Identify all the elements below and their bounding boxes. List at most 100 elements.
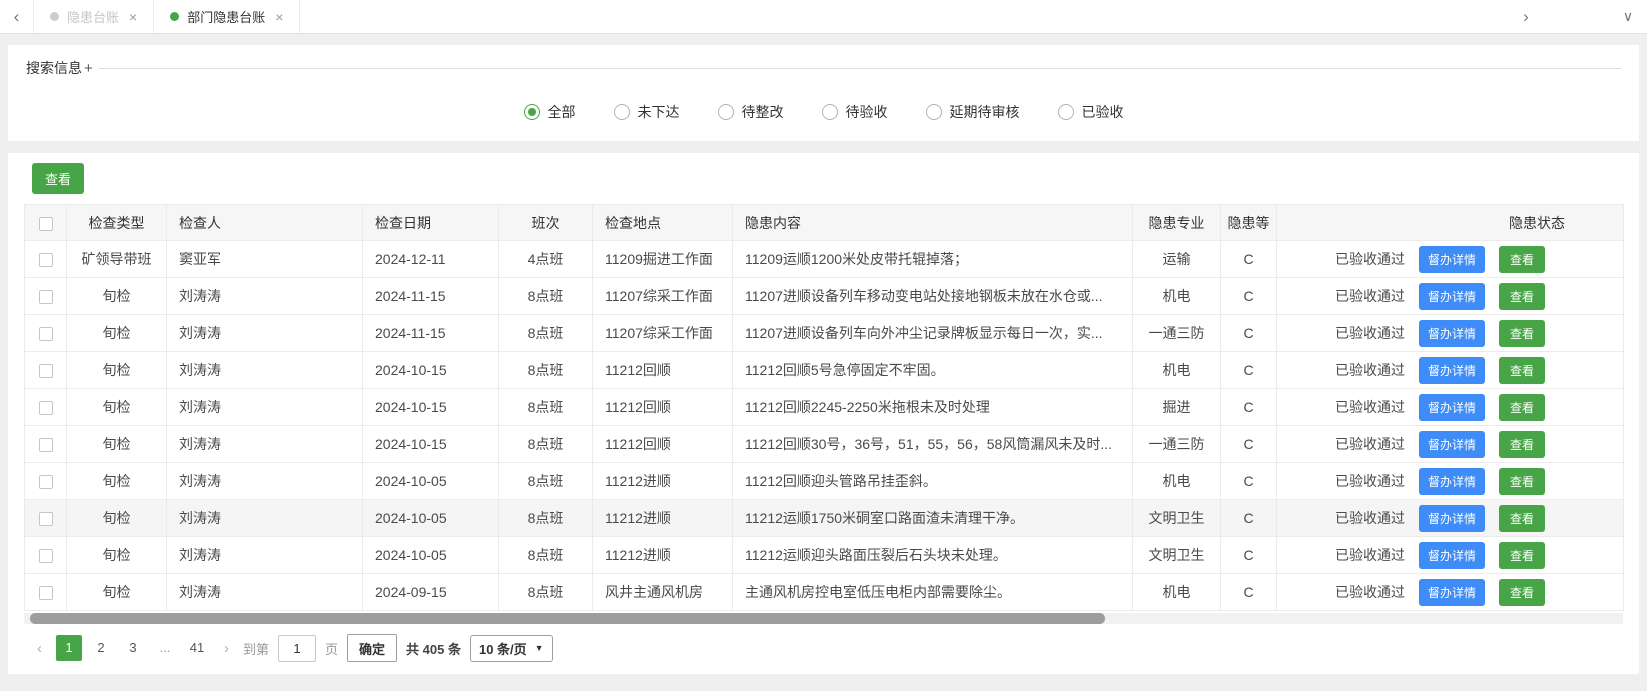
next-page-icon[interactable]: › bbox=[219, 640, 234, 657]
select-all-checkbox[interactable] bbox=[39, 217, 53, 231]
status-filter-radio[interactable]: 未下达 bbox=[614, 102, 680, 122]
tab-close-icon[interactable]: × bbox=[275, 9, 283, 25]
radio-label: 待整改 bbox=[742, 102, 784, 122]
supervise-detail-button[interactable]: 督办详情 bbox=[1419, 283, 1485, 310]
column-header-content: 隐患内容 bbox=[733, 205, 1133, 241]
legend-divider bbox=[99, 68, 1621, 69]
radio-label: 待验收 bbox=[846, 102, 888, 122]
jump-page-input[interactable] bbox=[278, 635, 316, 662]
row-checkbox[interactable] bbox=[39, 290, 53, 304]
status-text: 已验收通过 bbox=[1335, 249, 1405, 269]
row-view-button[interactable]: 查看 bbox=[1499, 283, 1545, 310]
row-view-button[interactable]: 查看 bbox=[1499, 394, 1545, 421]
cell-date: 2024-10-05 bbox=[363, 500, 499, 537]
tab-dropdown-icon[interactable]: ∨ bbox=[1611, 0, 1645, 33]
supervise-detail-button[interactable]: 督办详情 bbox=[1419, 246, 1485, 273]
column-header-level: 隐患等 bbox=[1221, 205, 1277, 241]
chevron-down-icon: ▼ bbox=[535, 643, 544, 653]
horizontal-scrollbar-thumb[interactable] bbox=[30, 613, 1105, 624]
cell-location: 风井主通风机房 bbox=[593, 574, 733, 611]
confirm-button[interactable]: 确定 bbox=[347, 634, 397, 662]
status-filter-radio[interactable]: 延期待审核 bbox=[926, 102, 1020, 122]
cell-check-type: 旬检 bbox=[67, 315, 167, 352]
hazard-table: 检查类型 检查人 检查日期 班次 检查地点 隐患内容 隐患专业 隐患等 隐患状态… bbox=[24, 204, 1624, 611]
supervise-detail-button[interactable]: 督办详情 bbox=[1419, 579, 1485, 606]
row-view-button[interactable]: 查看 bbox=[1499, 431, 1545, 458]
cell-check-type: 旬检 bbox=[67, 500, 167, 537]
cell-level: C bbox=[1221, 241, 1277, 278]
page-size-select[interactable]: 10 条/页 ▼ bbox=[470, 635, 553, 662]
cell-inspector: 刘涛涛 bbox=[167, 389, 363, 426]
row-view-button[interactable]: 查看 bbox=[1499, 357, 1545, 384]
radio-circle-icon bbox=[718, 104, 734, 120]
supervise-detail-button[interactable]: 督办详情 bbox=[1419, 468, 1485, 495]
supervise-detail-button[interactable]: 督办详情 bbox=[1419, 431, 1485, 458]
row-checkbox[interactable] bbox=[39, 401, 53, 415]
status-filter-radio[interactable]: 待验收 bbox=[822, 102, 888, 122]
table-row: 旬检 刘涛涛 2024-10-15 8点班 11212回顺 11212回顺30号… bbox=[25, 426, 1624, 463]
tab-scroll-left-icon[interactable]: ‹ bbox=[0, 0, 34, 33]
tab-scroll-right-icon[interactable]: › bbox=[1509, 0, 1543, 33]
row-checkbox[interactable] bbox=[39, 586, 53, 600]
supervise-detail-button[interactable]: 督办详情 bbox=[1419, 394, 1485, 421]
row-view-button[interactable]: 查看 bbox=[1499, 320, 1545, 347]
view-button[interactable]: 查看 bbox=[32, 163, 84, 194]
page-number-button[interactable]: 3 bbox=[120, 635, 146, 661]
table-row: 旬检 刘涛涛 2024-11-15 8点班 11207综采工作面 11207进顺… bbox=[25, 278, 1624, 315]
row-checkbox[interactable] bbox=[39, 327, 53, 341]
row-view-button[interactable]: 查看 bbox=[1499, 579, 1545, 606]
row-view-button[interactable]: 查看 bbox=[1499, 468, 1545, 495]
column-header-status: 隐患状态 bbox=[1277, 205, 1624, 241]
column-header-location: 检查地点 bbox=[593, 205, 733, 241]
row-checkbox[interactable] bbox=[39, 364, 53, 378]
cell-date: 2024-09-15 bbox=[363, 574, 499, 611]
status-filter-radio[interactable]: 全部 bbox=[524, 102, 576, 122]
cell-shift: 8点班 bbox=[499, 574, 593, 611]
cell-location: 11212回顺 bbox=[593, 352, 733, 389]
cell-check-type: 旬检 bbox=[67, 463, 167, 500]
cell-level: C bbox=[1221, 463, 1277, 500]
tab-status-dot-icon bbox=[170, 12, 179, 21]
cell-date: 2024-10-15 bbox=[363, 352, 499, 389]
supervise-detail-button[interactable]: 督办详情 bbox=[1419, 542, 1485, 569]
page-number-button[interactable]: ... bbox=[152, 635, 178, 661]
cell-date: 2024-10-05 bbox=[363, 463, 499, 500]
cell-shift: 8点班 bbox=[499, 352, 593, 389]
table-row: 旬检 刘涛涛 2024-11-15 8点班 11207综采工作面 11207进顺… bbox=[25, 315, 1624, 352]
row-checkbox[interactable] bbox=[39, 438, 53, 452]
horizontal-scrollbar[interactable] bbox=[24, 613, 1623, 624]
supervise-detail-button[interactable]: 督办详情 bbox=[1419, 357, 1485, 384]
prev-page-icon[interactable]: ‹ bbox=[32, 640, 47, 657]
cell-inspector: 刘涛涛 bbox=[167, 352, 363, 389]
page-number-button[interactable]: 1 bbox=[56, 635, 82, 661]
cell-specialty: 文明卫生 bbox=[1133, 500, 1221, 537]
status-filter-radio[interactable]: 待整改 bbox=[718, 102, 784, 122]
cell-check-type: 旬检 bbox=[67, 537, 167, 574]
page-number-button[interactable]: 2 bbox=[88, 635, 114, 661]
supervise-detail-button[interactable]: 督办详情 bbox=[1419, 505, 1485, 532]
cell-check-type: 旬检 bbox=[67, 426, 167, 463]
tab-label: 部门隐患台账 bbox=[187, 7, 265, 26]
page-number-button[interactable]: 41 bbox=[184, 635, 210, 661]
supervise-detail-button[interactable]: 督办详情 bbox=[1419, 320, 1485, 347]
row-view-button[interactable]: 查看 bbox=[1499, 505, 1545, 532]
row-checkbox[interactable] bbox=[39, 253, 53, 267]
radio-label: 未下达 bbox=[638, 102, 680, 122]
table-row: 旬检 刘涛涛 2024-10-15 8点班 11212回顺 11212回顺224… bbox=[25, 389, 1624, 426]
row-view-button[interactable]: 查看 bbox=[1499, 246, 1545, 273]
tab[interactable]: 隐患台账 × bbox=[34, 0, 154, 33]
row-checkbox[interactable] bbox=[39, 512, 53, 526]
row-view-button[interactable]: 查看 bbox=[1499, 542, 1545, 569]
cell-location: 11212进顺 bbox=[593, 463, 733, 500]
tab-close-icon[interactable]: × bbox=[129, 9, 137, 25]
collapse-toggle-icon[interactable]: + bbox=[84, 60, 93, 77]
cell-inspector: 刘涛涛 bbox=[167, 574, 363, 611]
cell-inspector: 刘涛涛 bbox=[167, 426, 363, 463]
cell-inspector: 窦亚军 bbox=[167, 241, 363, 278]
status-text: 已验收通过 bbox=[1335, 360, 1405, 380]
row-checkbox[interactable] bbox=[39, 475, 53, 489]
row-checkbox[interactable] bbox=[39, 549, 53, 563]
tab[interactable]: 部门隐患台账 × bbox=[154, 0, 300, 33]
cell-inspector: 刘涛涛 bbox=[167, 278, 363, 315]
status-filter-radio[interactable]: 已验收 bbox=[1058, 102, 1124, 122]
